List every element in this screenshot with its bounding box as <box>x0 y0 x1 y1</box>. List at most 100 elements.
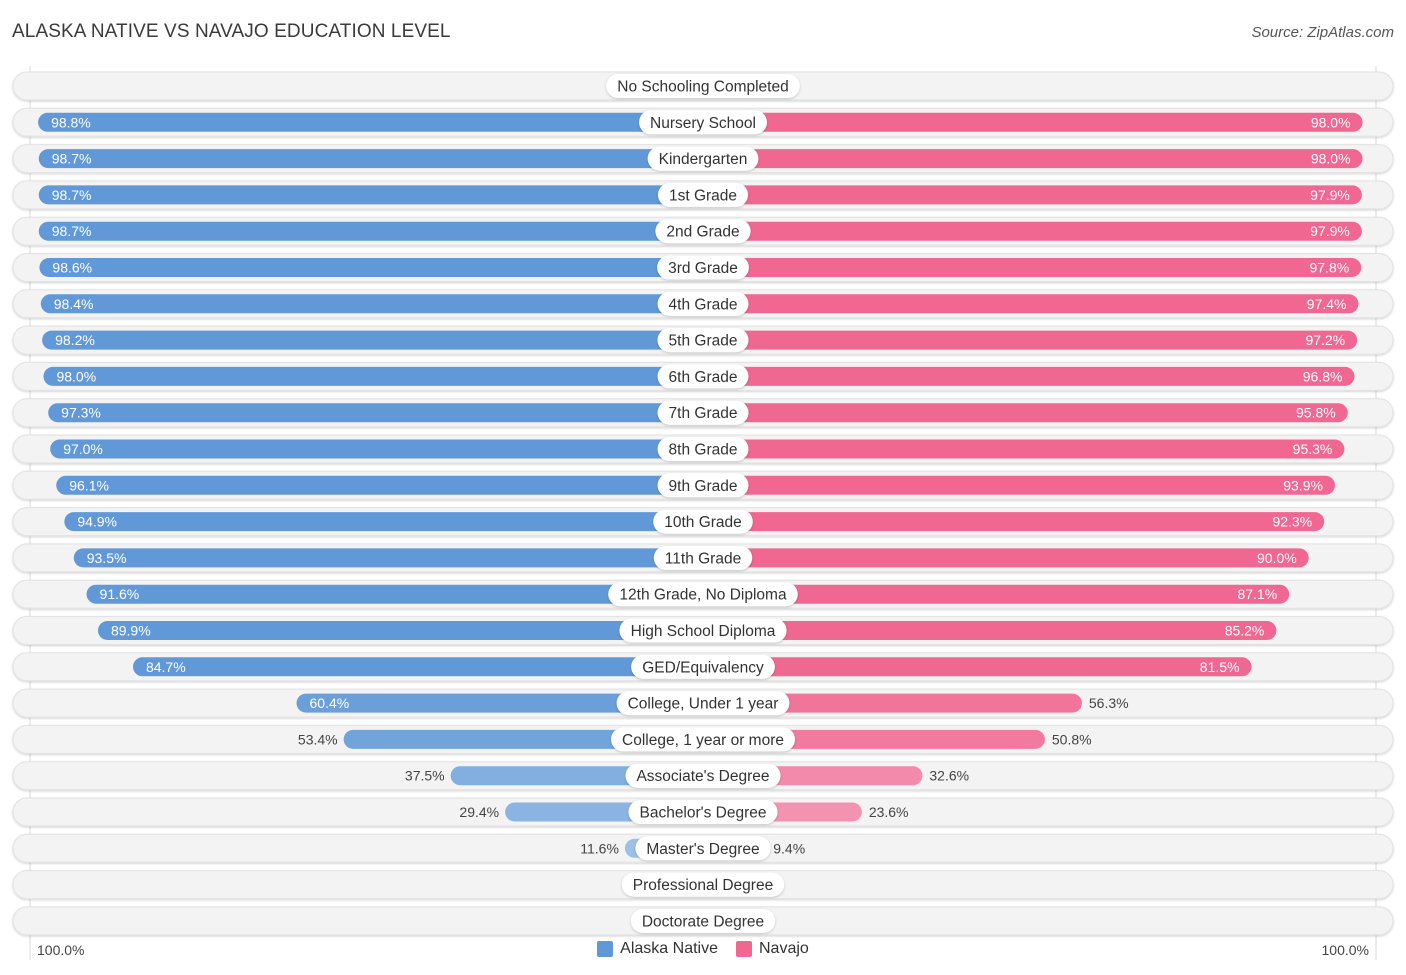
bar-navajo[interactable] <box>703 512 1325 532</box>
value-label-navajo: 50.8% <box>1052 731 1092 747</box>
category-label: Professional Degree <box>621 872 785 897</box>
value-label-navajo: 96.8% <box>1303 368 1343 384</box>
category-label: 4th Grade <box>657 291 749 316</box>
bar-alaska-native[interactable] <box>38 221 703 241</box>
value-label-navajo: 97.8% <box>1309 260 1349 276</box>
row-associate-s-degree: 37.5% 32.6% Associate's Degree <box>12 761 1394 791</box>
legend-item-alaska-native[interactable]: Alaska Native <box>597 940 718 958</box>
category-label-text: College, Under 1 year <box>628 696 779 713</box>
category-label: Nursery School <box>639 110 767 135</box>
value-label-alaska-native: 98.4% <box>54 296 94 312</box>
bar-alaska-native[interactable] <box>40 294 703 314</box>
bar-alaska-native[interactable] <box>39 258 704 277</box>
value-label-navajo: 95.3% <box>1293 441 1333 457</box>
category-label: Associate's Degree <box>625 763 781 788</box>
category-label: Kindergarten <box>647 146 759 171</box>
category-label-text: 8th Grade <box>669 442 738 459</box>
row-college-1-year-or-more: 53.4% 50.8% College, 1 year or more <box>12 724 1394 754</box>
value-label-alaska-native: 93.5% <box>87 550 127 566</box>
value-label-alaska-native: 96.1% <box>69 477 109 493</box>
category-label: 1st Grade <box>657 182 749 207</box>
category-label: 12th Grade, No Diploma <box>608 582 798 607</box>
bar-navajo[interactable] <box>703 330 1358 350</box>
category-label-text: Doctorate Degree <box>642 913 764 930</box>
bar-alaska-native[interactable] <box>42 330 703 350</box>
row-4th-grade: 98.4% 97.4% 4th Grade <box>12 289 1394 319</box>
value-label-alaska-native: 29.4% <box>459 804 499 820</box>
bar-alaska-native[interactable] <box>50 439 703 459</box>
category-label-text: Professional Degree <box>633 877 773 894</box>
value-label-alaska-native: 97.0% <box>63 441 103 457</box>
bar-alaska-native[interactable] <box>56 475 703 495</box>
bar-navajo[interactable] <box>703 548 1309 568</box>
row-bachelor-s-degree: 29.4% 23.6% Bachelor's Degree <box>12 797 1394 827</box>
bar-alaska-native[interactable] <box>48 403 703 423</box>
bar-navajo[interactable] <box>703 185 1362 205</box>
category-label: 3rd Grade <box>657 255 749 280</box>
row-nursery-school: 98.8% 98.0% Nursery School <box>12 107 1394 137</box>
bar-navajo[interactable] <box>703 621 1277 640</box>
row-6th-grade: 98.0% 96.8% 6th Grade <box>12 361 1394 391</box>
bar-alaska-native[interactable] <box>38 149 703 169</box>
legend-swatch-navajo <box>736 941 752 957</box>
bar-navajo[interactable] <box>703 403 1348 423</box>
value-label-navajo: 56.3% <box>1089 695 1129 711</box>
value-label-navajo: 85.2% <box>1225 623 1265 639</box>
value-label-alaska-native: 60.4% <box>310 695 350 711</box>
value-label-alaska-native: 89.9% <box>111 623 151 639</box>
bar-navajo[interactable] <box>703 657 1252 677</box>
category-label-text: 2nd Grade <box>666 224 739 241</box>
bar-navajo[interactable] <box>703 366 1355 386</box>
bar-navajo[interactable] <box>703 112 1363 132</box>
value-label-alaska-native: 84.7% <box>146 659 186 675</box>
category-label-text: 7th Grade <box>669 405 738 422</box>
category-label-text: College, 1 year or more <box>622 732 784 749</box>
row-3rd-grade: 98.6% 97.8% 3rd Grade <box>12 253 1394 282</box>
bar-navajo[interactable] <box>703 221 1362 241</box>
value-label-alaska-native: 98.7% <box>52 187 92 203</box>
value-label-alaska-native: 98.7% <box>52 223 92 239</box>
bar-alaska-native[interactable] <box>73 548 704 568</box>
bar-alaska-native[interactable] <box>38 112 704 132</box>
category-label: 7th Grade <box>657 400 749 425</box>
bar-alaska-native[interactable] <box>132 657 703 677</box>
row-2nd-grade: 98.7% 97.9% 2nd Grade <box>12 216 1394 246</box>
category-label: GED/Equivalency <box>631 654 775 679</box>
row-10th-grade: 94.9% 92.3% 10th Grade <box>12 507 1394 537</box>
category-label-text: 5th Grade <box>669 333 738 350</box>
value-label-navajo: 98.0% <box>1311 151 1351 167</box>
value-label-navajo: 87.1% <box>1237 586 1277 602</box>
bar-navajo[interactable] <box>703 294 1359 314</box>
category-label: Master's Degree <box>635 836 771 861</box>
value-label-navajo: 23.6% <box>869 804 909 820</box>
row-1st-grade: 98.7% 97.9% 1st Grade <box>12 180 1394 210</box>
bar-navajo[interactable] <box>703 475 1335 495</box>
category-label: 11th Grade <box>653 545 753 570</box>
value-label-navajo: 90.0% <box>1257 550 1297 566</box>
bar-alaska-native[interactable] <box>97 621 703 640</box>
bar-navajo[interactable] <box>703 439 1345 459</box>
bar-alaska-native[interactable] <box>38 185 703 205</box>
category-label: College, Under 1 year <box>616 691 790 716</box>
category-label: High School Diploma <box>619 618 787 643</box>
category-label: College, 1 year or more <box>611 727 795 752</box>
legend: Alaska Native Navajo <box>0 940 1406 958</box>
value-label-navajo: 98.0% <box>1311 114 1351 130</box>
category-label-text: 12th Grade, No Diploma <box>619 587 787 604</box>
category-label-text: High School Diploma <box>631 623 776 640</box>
value-label-alaska-native: 98.6% <box>52 260 92 276</box>
category-label-text: 1st Grade <box>669 187 737 204</box>
bar-navajo[interactable] <box>703 258 1362 277</box>
category-label-text: 11th Grade <box>665 550 741 567</box>
bar-alaska-native[interactable] <box>43 366 703 386</box>
value-label-alaska-native: 53.4% <box>298 731 338 747</box>
category-label: 8th Grade <box>657 437 749 461</box>
value-label-navajo: 32.6% <box>929 768 969 784</box>
bar-alaska-native[interactable] <box>64 512 703 532</box>
row-doctorate-degree: 1.4%1.4%Doctorate Degree <box>12 906 1394 936</box>
value-label-navajo: 97.2% <box>1305 332 1345 348</box>
bar-navajo[interactable] <box>703 149 1363 169</box>
value-label-navajo: 95.8% <box>1296 405 1336 421</box>
legend-swatch-alaska-native <box>597 941 614 957</box>
legend-item-navajo[interactable]: Navajo <box>736 940 809 958</box>
